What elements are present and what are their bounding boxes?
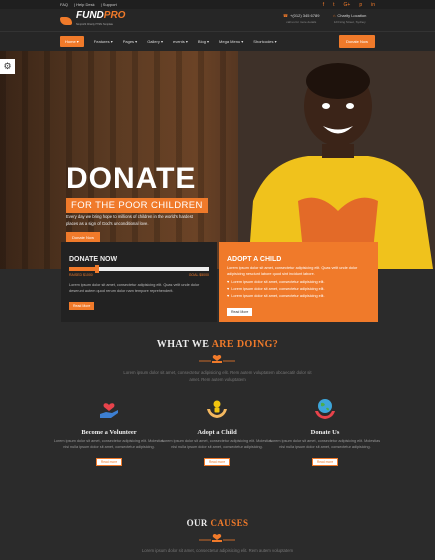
heart-icon: ♥ [227,294,230,298]
main-nav: Home ▾ Features ▾ Pages ▾ Gallery ▾ even… [0,31,435,51]
facebook-icon[interactable]: f [323,2,324,8]
adopt-column-title: Adopt a Child [197,429,237,436]
donate-column-read-more-button[interactable]: Read more [311,458,339,466]
adopt-list: ♥ Lorem ipsum dolor sit amet, consectetur… [227,279,370,300]
doing-intro: Lorem ipsum dolor sit amet, consectetur … [123,370,312,382]
logo-mark-icon [60,15,73,26]
donate-box-title: DONATE NOW [69,256,118,263]
pinterest-icon[interactable]: p [359,2,362,8]
top-links: FAQ | Help Desk | Support [60,2,117,7]
heart-hand-divider-icon [199,533,235,542]
progress-handle [95,265,99,273]
donate-column-title: Donate Us [310,429,340,436]
adopt-read-more-button[interactable]: Read More [227,308,253,316]
goal-amount: GOAL $5000 [188,273,209,277]
twitter-icon[interactable]: t [333,2,334,8]
nav-mega-menu[interactable]: Mega Menu ▾ [219,39,243,44]
volunteer-text: Lorem ipsum dolor sit amet, consectetur … [53,439,165,449]
donation-progress-bar [69,265,209,273]
volunteer-read-more-button[interactable]: Read more [95,458,123,466]
location-contact: ⌂ Charity Location 123 king Street, Sydne… [333,13,366,24]
heart-icon: ♥ [227,280,230,284]
help-desk-link[interactable]: Help Desk [76,2,94,7]
nav-blog[interactable]: Blog ▾ [198,39,209,44]
adopt-box-text: Lorem ipsum dolor sit amet, consectetur … [227,266,358,276]
progress-fill [69,267,97,271]
nav-shortcodes[interactable]: Shortcodes ▾ [253,39,276,44]
phone-subtext: call us for more details [286,20,317,24]
adopt-column: Adopt a Child Lorem ipsum dolor sit amet… [161,397,273,468]
heart-icon: ♥ [227,287,230,291]
hands-child-icon [207,400,227,418]
social-links: f t G+ p in [323,2,375,8]
donate-read-more-button[interactable]: Read More [69,302,95,310]
location-subtext: 123 king Street, Sydney [333,20,366,24]
support-link[interactable]: Support [103,2,117,7]
donate-column-text: Lorem ipsum dolor sit amet, consectetur … [269,439,381,449]
doing-section-title: WHAT WE ARE DOING? [156,339,279,350]
phone-icon: ☎ [283,13,288,18]
causes-section-title: OUR CAUSES [186,518,249,528]
nav-pages[interactable]: Pages ▾ [123,39,137,44]
heart-hand-divider-icon [199,354,235,363]
location-title: Charity Location [337,13,367,18]
nav-donate-button[interactable]: Donate Now [338,35,375,48]
adopt-box-title: ADOPT A CHILD [227,256,282,263]
list-item: ♥ Lorem ipsum dolor sit amet, consectetur… [227,280,325,284]
adopt-column-read-more-button[interactable]: Read more [203,458,231,466]
gear-icon[interactable]: ⚙ [0,59,15,74]
top-bar: FAQ | Help Desk | Support f t G+ p in [0,0,435,9]
site-logo[interactable]: FUNDPRO Nonprofit Charity HTML Template [60,11,125,29]
donate-box-text: Lorem ipsum dolor sit amet, consectetur … [69,283,200,293]
adopt-column-text: Lorem ipsum dolor sit amet, consectetur … [161,439,273,449]
location-pin-icon: ⌂ [333,13,336,18]
globe-hands-icon [315,399,335,419]
child-photo [238,51,435,269]
linkedin-icon[interactable]: in [371,2,375,8]
nav-events[interactable]: events ▾ [173,39,188,44]
nav-features[interactable]: Features ▾ [94,39,113,44]
logo-subtitle: Nonprofit Charity HTML Template [76,23,113,26]
causes-intro: Lorem ipsum dolor sit amet, consectetur … [141,548,294,553]
site-header: FUNDPRO Nonprofit Charity HTML Template … [0,9,435,31]
donate-column: Donate Us Lorem ipsum dolor sit amet, co… [269,397,381,468]
hero-banner: ⚙ DONATE FOR THE POOR CHILDREN Every day… [0,51,435,269]
hero-tagline: FOR THE POOR CHILDREN [66,198,208,213]
volunteer-column: Become a Volunteer Lorem ipsum dolor sit… [53,397,165,468]
adopt-child-box: ADOPT A CHILD Lorem ipsum dolor sit amet… [219,242,378,322]
donate-now-box: DONATE NOW RAISED $1000 GOAL $5000 Lorem… [61,242,217,322]
faq-link[interactable]: FAQ [60,2,68,7]
nav-home[interactable]: Home ▾ [60,36,84,47]
phone-number: +(012) 345 6789 [289,13,320,18]
nav-gallery[interactable]: Gallery ▾ [147,39,163,44]
list-item: ♥ Lorem ipsum dolor sit amet, consectetur… [227,287,325,291]
phone-contact: ☎ +(012) 345 6789 call us for more detail… [283,13,319,24]
volunteer-hand-heart-icon [100,403,118,418]
raised-amount: RAISED $1000 [69,273,93,277]
volunteer-title: Become a Volunteer [81,429,137,436]
google-plus-icon[interactable]: G+ [344,2,351,8]
hero-title: DONATE [66,162,197,195]
hero-description: Every day we bring hope to millions of c… [66,214,193,226]
list-item: ♥ Lorem ipsum dolor sit amet, consectetur… [227,294,325,298]
